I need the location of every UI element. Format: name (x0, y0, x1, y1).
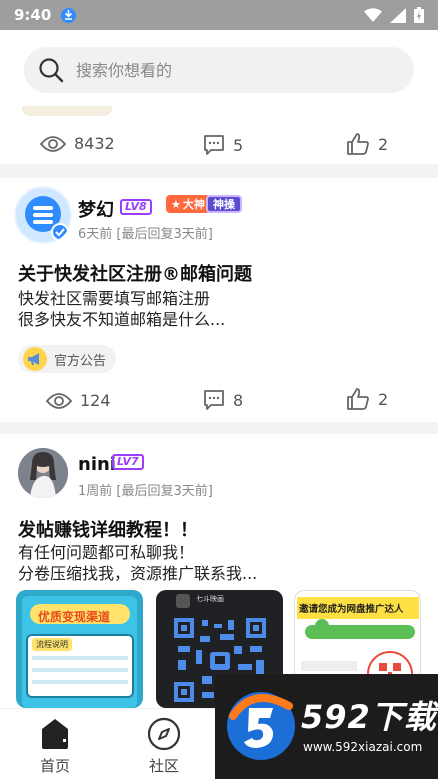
search-icon[interactable] (38, 57, 64, 83)
nav-community[interactable]: 社区 (147, 717, 181, 776)
likes-count: 2 (378, 389, 389, 409)
views-stat: 124 (46, 391, 111, 410)
post-image[interactable]: 优质变现渠道 流程说明 (16, 590, 143, 708)
search-bar[interactable] (24, 47, 414, 93)
thumb-channel-name: 七斗映画 (196, 595, 224, 603)
post-time: 1周前 [最后回复3天前] (78, 484, 213, 499)
post-card[interactable]: 梦幻 LV8 ★ 大神 神操 6天前 [最后回复3天前] 关于快发社区注册®邮箱问… (0, 178, 438, 422)
post-excerpt[interactable]: 有任何问题都可私聊我！ 分卷压缩找我，资源推广联系我... (18, 542, 257, 584)
previous-post-tag (22, 106, 112, 116)
likes-stat[interactable]: 2 (346, 387, 388, 411)
excerpt-line: 很多快友不知道邮箱是什么... (18, 310, 226, 329)
excerpt-line: 有任何问题都可私聊我！ (18, 543, 195, 562)
nav-home[interactable]: 首页 (38, 717, 72, 776)
wifi-icon (364, 7, 382, 22)
watermark: 592下载 www.592xiazai.com (215, 674, 438, 779)
avatar[interactable] (14, 186, 72, 244)
download-icon (61, 7, 77, 23)
watermark-logo (227, 692, 295, 760)
post-time: 6天前 [最后回复3天前] (78, 227, 213, 242)
thumbs-up-icon (347, 388, 369, 410)
comments-count: 5 (233, 135, 244, 155)
battery-icon (414, 7, 424, 23)
comment-icon (204, 390, 224, 410)
comments-stat[interactable]: 5 (203, 134, 243, 156)
excerpt-line: 分卷压缩找我，资源推广联系我... (18, 564, 258, 583)
watermark-brand: 592下载 (301, 698, 437, 736)
status-bar: 9:40 (0, 0, 438, 30)
thumb-title: 优质变现渠道 (38, 610, 111, 624)
watermark-url: www.592xiazai.com (303, 740, 423, 754)
thumb-title: 邀请您成为网盘推广达人 (299, 604, 404, 615)
post-excerpt[interactable]: 快发社区需要填写邮箱注册 很多快友不知道邮箱是什么... (18, 288, 225, 330)
thumb-subtitle: 流程说明 (32, 638, 72, 651)
level-badge: LV8 (120, 199, 152, 215)
likes-stat[interactable]: 2 (346, 132, 388, 156)
rank-badge-label: 大神 (182, 198, 205, 211)
views-count: 124 (80, 391, 111, 410)
category-tag[interactable]: 官方公告 (18, 345, 117, 373)
search-input[interactable] (76, 60, 376, 80)
nav-community-label: 社区 (148, 757, 179, 775)
nav-home-label: 首页 (39, 757, 70, 775)
eye-icon (46, 392, 72, 409)
signal-icon (390, 7, 406, 23)
username[interactable]: 梦幻 (78, 196, 114, 222)
previous-post-card[interactable]: 8432 5 2 (0, 106, 438, 164)
views-stat: 8432 (40, 134, 115, 153)
search-header (0, 30, 438, 110)
category-tag-label: 官方公告 (54, 353, 107, 369)
avatar[interactable] (18, 448, 68, 498)
rank-badge: ★ 大神 (166, 195, 210, 213)
post-title[interactable]: 发帖赚钱详细教程！！ (18, 516, 198, 542)
views-count: 8432 (74, 134, 115, 153)
status-time: 9:40 (14, 6, 52, 24)
excerpt-line: 快发社区需要填写邮箱注册 (18, 289, 211, 308)
comments-count: 8 (233, 390, 244, 410)
post-title[interactable]: 关于快发社区注册®邮箱问题 (18, 260, 252, 286)
comments-stat[interactable]: 8 (203, 389, 243, 411)
username[interactable]: nini (78, 454, 116, 475)
level-badge: LV7 (112, 454, 144, 470)
likes-count: 2 (378, 134, 389, 154)
compass-icon (147, 717, 181, 751)
megaphone-icon (23, 347, 47, 371)
home-icon (42, 719, 68, 749)
eye-icon (40, 135, 66, 152)
honor-badge: 神操 (206, 195, 242, 213)
thumbs-up-icon (347, 133, 369, 155)
comment-icon (204, 135, 224, 155)
